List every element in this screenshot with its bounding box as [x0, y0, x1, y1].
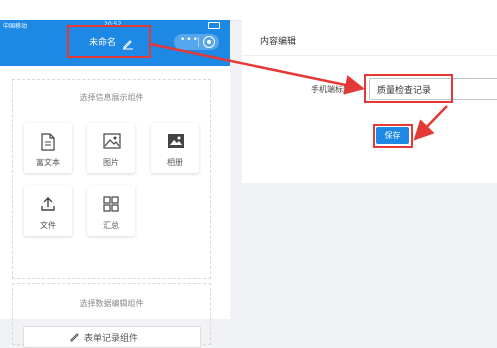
edit-form-icon	[70, 333, 79, 342]
form-record-component-button[interactable]: 表单记录组件	[23, 326, 201, 348]
arrow-to-save	[413, 105, 448, 141]
arrow-to-input	[149, 42, 365, 95]
form-button-label: 表单记录组件	[84, 334, 139, 344]
annotation-arrows	[149, 42, 448, 141]
